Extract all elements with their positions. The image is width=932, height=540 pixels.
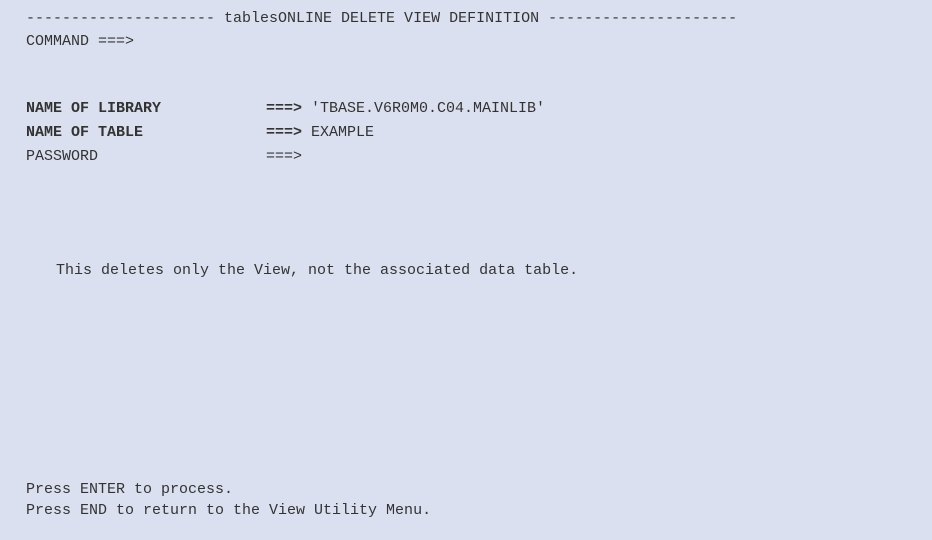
table-arrow: ===> — [266, 122, 311, 143]
password-label: PASSWORD — [26, 146, 266, 167]
footer: Press ENTER to process. Press END to ret… — [26, 479, 906, 521]
ispf-panel: --------------------- tablesONLINE DELET… — [0, 10, 932, 521]
panel-title: --------------------- tablesONLINE DELET… — [26, 10, 906, 27]
library-arrow: ===> — [266, 98, 311, 119]
library-input[interactable] — [311, 98, 711, 119]
command-label: COMMAND ===> — [26, 33, 134, 50]
table-label: NAME OF TABLE — [26, 122, 266, 143]
command-input[interactable] — [134, 33, 734, 50]
table-row: NAME OF TABLE ===> — [26, 122, 906, 143]
footer-line-1: Press ENTER to process. — [26, 479, 906, 500]
password-input[interactable] — [302, 146, 702, 167]
footer-line-2: Press END to return to the View Utility … — [26, 500, 906, 521]
info-text: This deletes only the View, not the asso… — [56, 262, 906, 279]
library-row: NAME OF LIBRARY ===> — [26, 98, 906, 119]
command-line: COMMAND ===> — [26, 33, 906, 50]
table-input[interactable] — [311, 122, 711, 143]
password-arrow: ===> — [266, 146, 302, 167]
password-row: PASSWORD ===> — [26, 146, 906, 167]
library-label: NAME OF LIBRARY — [26, 98, 266, 119]
